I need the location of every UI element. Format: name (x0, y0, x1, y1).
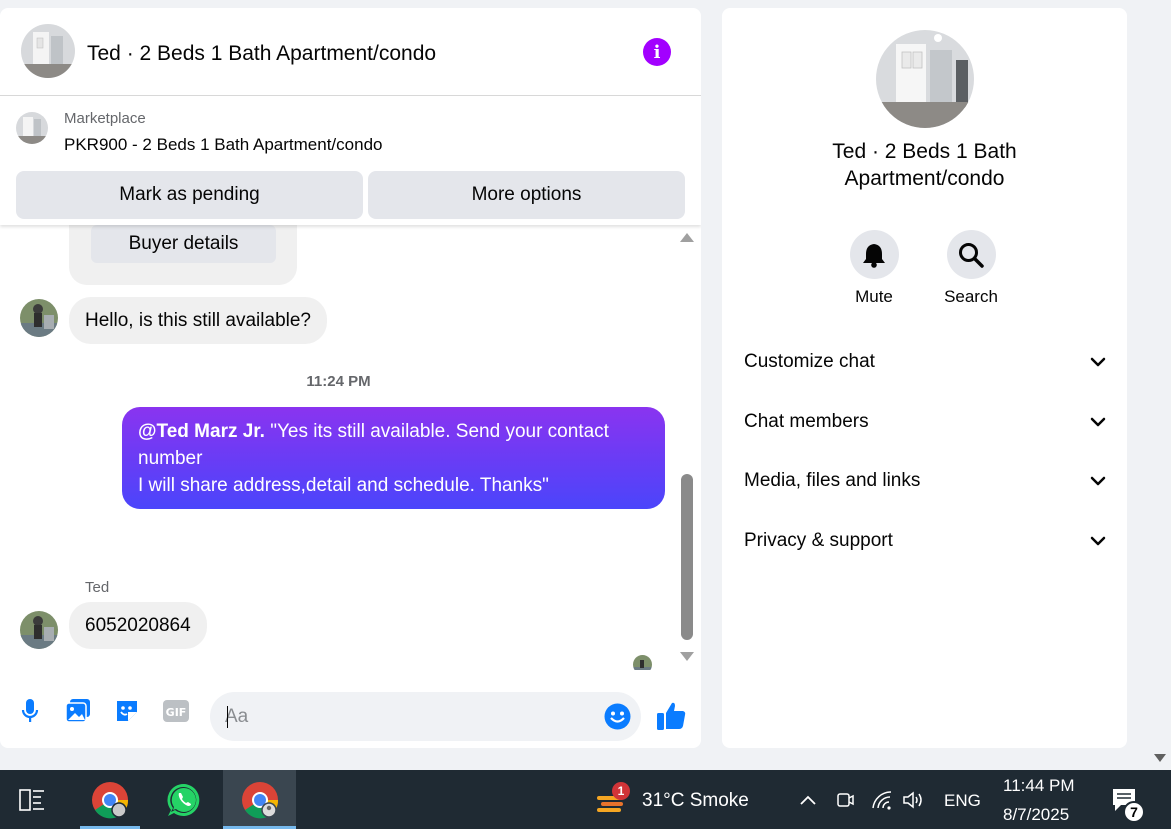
scroll-down-arrow[interactable] (680, 652, 694, 661)
message-list: Buyer details Hello, is this still avail… (0, 225, 701, 670)
chevron-down-icon (1090, 476, 1106, 486)
avatar[interactable] (20, 611, 58, 649)
whatsapp-taskbar-button[interactable] (154, 770, 214, 829)
clock-time[interactable]: 11:44 PM (1003, 776, 1075, 796)
section-label: Customize chat (744, 351, 875, 372)
chat-title[interactable]: Ted · 2 Beds 1 Bath Apartment/condo (87, 42, 436, 66)
chat-header: Ted · 2 Beds 1 Bath Apartment/condo i (0, 8, 701, 96)
chat-avatar[interactable] (21, 24, 75, 78)
windows-taskbar: 1 31°C Smoke ENG 11:44 PM 8/7/2025 7 (0, 770, 1171, 829)
chat-scrollbar-thumb[interactable] (681, 474, 693, 640)
weather-text[interactable]: 31°C Smoke (642, 790, 749, 812)
text-caret (227, 706, 228, 728)
emoji-icon[interactable] (604, 703, 631, 730)
volume-icon[interactable] (900, 770, 928, 829)
message-timestamp: 11:24 PM (306, 373, 371, 390)
avatar[interactable] (20, 299, 58, 337)
notification-count: 7 (1123, 801, 1145, 823)
profile-image[interactable] (876, 30, 974, 128)
chat-members-section[interactable]: Chat members (744, 402, 1106, 442)
mention-tag[interactable]: @Ted Marz Jr. (138, 421, 265, 442)
listing-name[interactable]: PKR900 - 2 Beds 1 Bath Apartment/condo (64, 135, 382, 155)
composer: GIF (0, 676, 701, 748)
microphone-icon[interactable] (15, 696, 45, 726)
mark-as-pending-button[interactable]: Mark as pending (16, 171, 363, 219)
scroll-up-arrow[interactable] (680, 233, 694, 242)
page-scroll-down-arrow[interactable] (1154, 754, 1166, 762)
marketplace-label: Marketplace (64, 110, 146, 127)
chat-panel: Ted · 2 Beds 1 Bath Apartment/condo i Ma… (0, 8, 701, 748)
section-label: Privacy & support (744, 530, 893, 551)
listing-thumbnail[interactable] (16, 112, 48, 144)
language-indicator[interactable]: ENG (944, 791, 981, 811)
weather-icon[interactable] (592, 770, 632, 829)
chrome-taskbar-button[interactable] (80, 770, 140, 829)
section-label: Chat members (744, 411, 869, 432)
chevron-down-icon (1090, 357, 1106, 367)
marketplace-bar: Marketplace PKR900 - 2 Beds 1 Bath Apart… (0, 96, 701, 225)
wifi-icon[interactable] (868, 770, 896, 829)
gif-icon[interactable]: GIF (161, 696, 191, 726)
outgoing-text-line2: I will share address,detail and schedule… (138, 475, 549, 496)
task-view-icon[interactable] (8, 770, 56, 829)
conversation-info-panel: Ted · 2 Beds 1 Bath Apartment/condo Mute… (722, 8, 1127, 748)
chrome-profile-taskbar-button[interactable] (223, 770, 296, 829)
media-files-links-section[interactable]: Media, files and links (744, 461, 1106, 501)
photo-icon[interactable] (63, 696, 93, 726)
more-options-button[interactable]: More options (368, 171, 685, 219)
search-label: Search (944, 287, 998, 306)
incoming-message[interactable]: 6052020864 (69, 602, 207, 649)
clock-date[interactable]: 8/7/2025 (1003, 805, 1069, 825)
meet-now-icon[interactable] (832, 770, 858, 829)
outgoing-message[interactable]: @Ted Marz Jr. "Yes its still available. … (122, 407, 665, 509)
search-button[interactable]: Search (931, 230, 1011, 307)
incoming-message[interactable]: Hello, is this still available? (69, 297, 327, 344)
mute-button[interactable]: Mute (834, 230, 914, 307)
search-icon[interactable] (946, 230, 996, 279)
customize-chat-section[interactable]: Customize chat (744, 342, 1106, 382)
sender-name: Ted (85, 579, 110, 596)
mute-label: Mute (855, 287, 893, 306)
thumbs-up-icon[interactable] (656, 700, 687, 731)
message-input[interactable] (210, 692, 641, 741)
sticker-icon[interactable] (112, 696, 142, 726)
svg-text:GIF: GIF (166, 706, 187, 719)
privacy-support-section[interactable]: Privacy & support (744, 521, 1106, 561)
info-icon[interactable]: i (643, 38, 671, 66)
buyer-details-button[interactable]: Buyer details (91, 225, 276, 263)
read-receipt-avatar (633, 655, 652, 670)
weather-badge: 1 (612, 782, 630, 800)
bell-icon[interactable] (849, 230, 899, 279)
profile-name: Ted · 2 Beds 1 Bath Apartment/condo (832, 140, 1017, 190)
chevron-down-icon (1090, 417, 1106, 427)
chevron-up-icon[interactable] (795, 770, 821, 829)
chevron-down-icon (1090, 536, 1106, 546)
section-label: Media, files and links (744, 470, 921, 491)
